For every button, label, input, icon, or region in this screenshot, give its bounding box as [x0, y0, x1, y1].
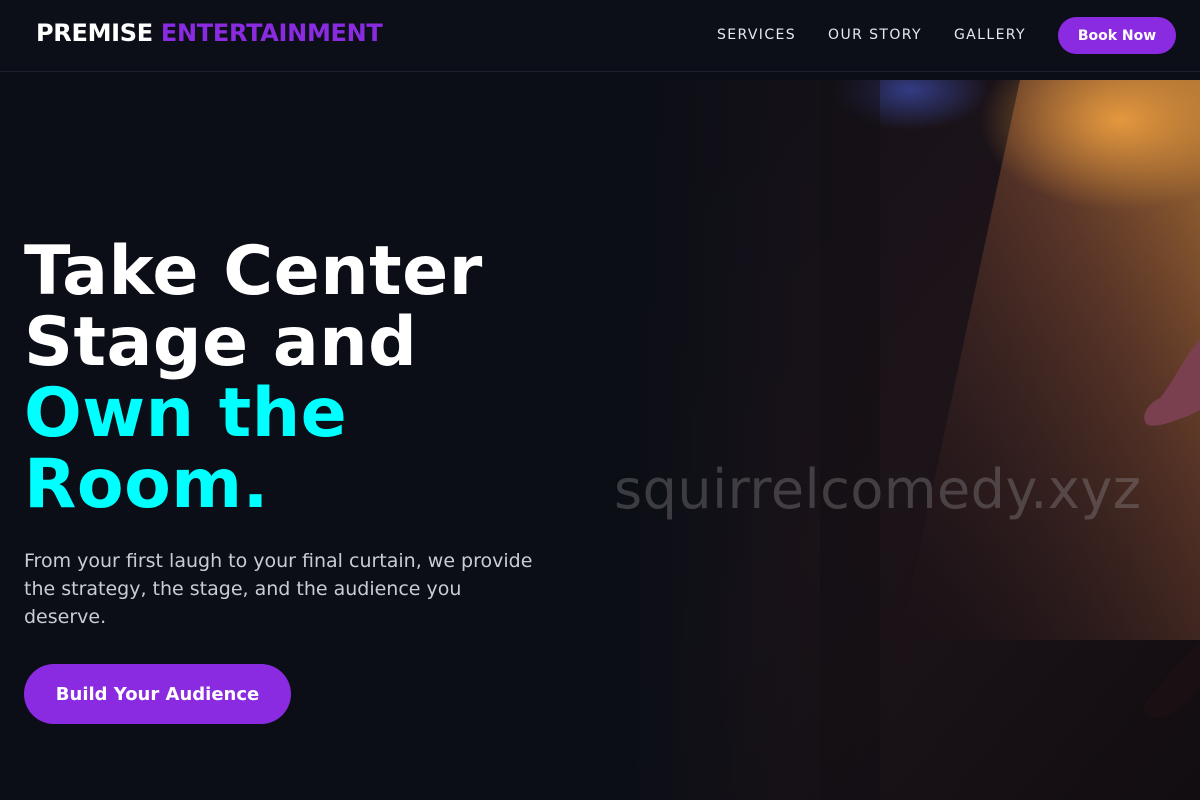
headline-line-2: Stage and [24, 303, 418, 382]
watermark-text: squirrelcomedy.xyz [614, 458, 1142, 521]
brand-name-primary: PREMISE [36, 19, 153, 47]
hero-stage-image [600, 80, 1200, 800]
hero-headline: Take Center Stage and Own the Room. [24, 236, 483, 520]
headline-line-1: Take Center [24, 232, 483, 311]
landing-page: PREMISE ENTERTAINMENT SERVICES OUR STORY… [0, 0, 1200, 800]
nav-link-services[interactable]: SERVICES [717, 26, 796, 44]
site-header: PREMISE ENTERTAINMENT SERVICES OUR STORY… [0, 0, 1200, 72]
nav-link-our-story[interactable]: OUR STORY [828, 26, 922, 44]
headline-accent-line-2: Room. [24, 445, 269, 524]
brand-logo[interactable]: PREMISE ENTERTAINMENT [36, 19, 383, 47]
hero-subtext: From your first laugh to your final curt… [24, 550, 533, 628]
headline-accent-line-1: Own the [24, 374, 348, 453]
book-now-button[interactable]: Book Now [1058, 17, 1176, 54]
main-nav: SERVICES OUR STORY GALLERY [717, 26, 1026, 44]
nav-link-gallery[interactable]: GALLERY [954, 26, 1026, 44]
brand-name-accent: ENTERTAINMENT [160, 19, 383, 47]
build-your-audience-button[interactable]: Build Your Audience [24, 664, 291, 724]
hero-image-fade [600, 80, 1200, 800]
